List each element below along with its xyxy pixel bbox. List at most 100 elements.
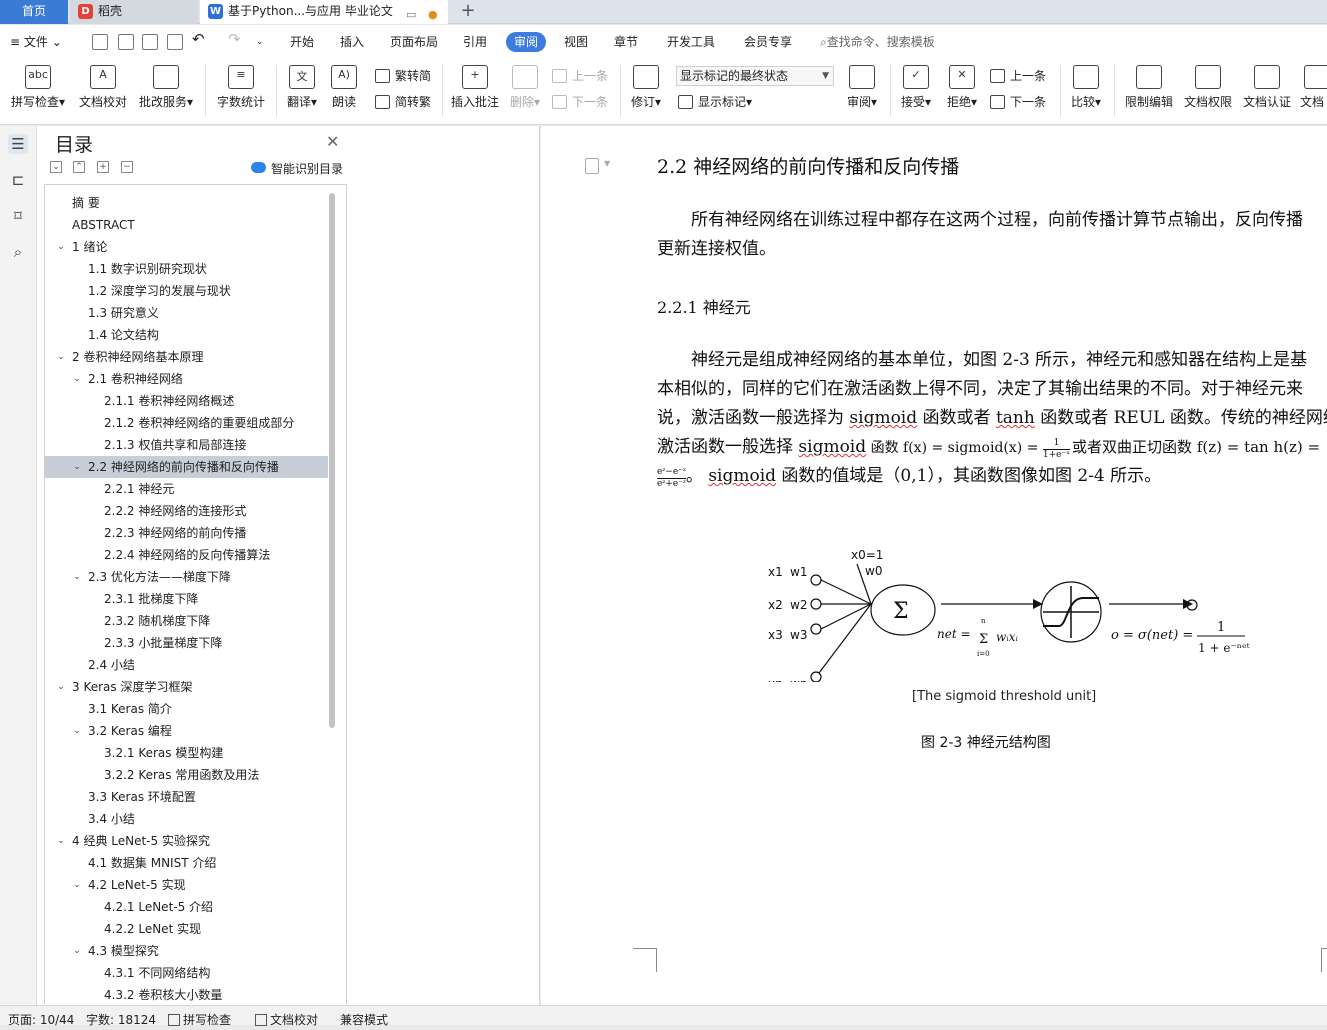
chevron-down-icon[interactable]: ⌄	[55, 236, 67, 258]
file-menu[interactable]: ≡ 文件 ⌄	[10, 32, 62, 52]
smart-toc-button[interactable]: 智能识别目录	[251, 160, 343, 177]
delete-comment-button[interactable]: 删除▾	[507, 65, 543, 121]
page-counter[interactable]: 页面: 10/44	[8, 1010, 74, 1030]
spelling-flag[interactable]: sigmoid	[798, 437, 866, 457]
toc-item[interactable]: ⌄ 3.2 Keras 编程	[45, 720, 328, 742]
save-icon[interactable]	[92, 34, 108, 50]
toc-item[interactable]: ⌄ 2.1 卷积神经网络	[45, 368, 328, 390]
toc-item[interactable]: 1.4 论文结构	[45, 324, 328, 346]
to-traditional-button[interactable]: 繁转简	[375, 66, 431, 86]
prev-change-button[interactable]: 上一条	[990, 66, 1046, 86]
toc-item[interactable]: 3.1 Keras 简介	[45, 698, 328, 720]
tab-home[interactable]: 首页	[0, 0, 68, 24]
toc-item[interactable]: ABSTRACT	[45, 214, 328, 236]
compare-button[interactable]: 比较▾	[1068, 65, 1104, 121]
toc-item[interactable]: 2.2.3 神经网络的前向传播	[45, 522, 328, 544]
toc-item[interactable]: ⌄ 4 经典 LeNet-5 实验探究	[45, 830, 328, 852]
menu-insert[interactable]: 插入	[340, 32, 364, 52]
chevron-down-icon[interactable]: ⌄	[55, 346, 67, 368]
toc-item[interactable]: 3.2.2 Keras 常用函数及用法	[45, 764, 328, 786]
search-icon[interactable]: ⌕	[8, 242, 28, 262]
spelling-flag[interactable]: sigmoid	[849, 408, 917, 428]
status-spell-check[interactable]: 拼写检查	[168, 1010, 231, 1030]
toc-item[interactable]: 2.3.2 随机梯度下降	[45, 610, 328, 632]
prev-comment-button[interactable]: 上一条	[552, 66, 608, 86]
remove-heading-icon[interactable]: −	[121, 161, 133, 173]
restrict-edit-button[interactable]: 限制编辑	[1124, 65, 1174, 121]
menu-developer[interactable]: 开发工具	[667, 32, 715, 52]
chapter-icon[interactable]: ⊏	[8, 170, 28, 190]
toc-item[interactable]: 2.4 小结	[45, 654, 328, 676]
paragraph-handle-icon[interactable]	[585, 158, 599, 174]
redo-icon[interactable]: ↷	[228, 29, 241, 49]
toc-item[interactable]: 3.2.1 Keras 模型构建	[45, 742, 328, 764]
expand-up-icon[interactable]: ⌃	[73, 161, 85, 173]
next-comment-button[interactable]: 下一条	[552, 92, 608, 112]
export-pdf-icon[interactable]	[118, 34, 134, 50]
toc-item[interactable]: 4.3.1 不同网络结构	[45, 962, 328, 984]
toc-item[interactable]: 2.3.3 小批量梯度下降	[45, 632, 328, 654]
print-icon[interactable]	[142, 34, 158, 50]
spelling-flag[interactable]: tanh	[996, 408, 1035, 428]
print-preview-icon[interactable]	[167, 34, 183, 50]
toc-item[interactable]: 2.1.2 卷积神经网络的重要组成部分	[45, 412, 328, 434]
word-count-button[interactable]: ≡ 字数统计	[214, 65, 268, 121]
batch-service-button[interactable]: 批改服务▾	[137, 65, 195, 121]
toc-item[interactable]: 2.1.1 卷积神经网络概述	[45, 390, 328, 412]
toc-item[interactable]: ⌄ 4.2 LeNet-5 实现	[45, 874, 328, 896]
tab-document[interactable]: W 基于Python...与应用 毕业论文 ▭ ●	[200, 0, 448, 24]
toc-item[interactable]: 4.1 数据集 MNIST 介绍	[45, 852, 328, 874]
insert-comment-button[interactable]: + 插入批注	[449, 65, 501, 121]
toc-item[interactable]: 4.2.1 LeNet-5 介绍	[45, 896, 328, 918]
chevron-down-icon[interactable]: ⌄	[71, 566, 83, 588]
close-icon[interactable]: ✕	[326, 132, 339, 151]
document-page[interactable]: ▼ 2.2 神经网络的前向传播和反向传播 所有神经网络在训练过程中都存在这两个过…	[541, 126, 1327, 1005]
chevron-down-icon[interactable]: ▼	[604, 159, 610, 168]
toc-item[interactable]: ⌄ 2.2 神经网络的前向传播和反向传播	[45, 456, 328, 478]
doc-proof-button[interactable]: A 文档校对	[76, 65, 130, 121]
toc-item[interactable]: ⌄ 1 绪论	[45, 236, 328, 258]
add-heading-icon[interactable]: +	[97, 161, 109, 173]
doc-certify-button[interactable]: 文档认证	[1242, 65, 1292, 121]
toc-item[interactable]: 2.3.1 批梯度下降	[45, 588, 328, 610]
menu-page-layout[interactable]: 页面布局	[390, 32, 438, 52]
word-counter[interactable]: 字数: 18124	[86, 1010, 156, 1030]
toc-icon[interactable]: ☰	[8, 134, 28, 154]
toc-item[interactable]: 2.1.3 权值共享和局部连接	[45, 434, 328, 456]
toc-item[interactable]: ⌄ 3 Keras 深度学习框架	[45, 676, 328, 698]
chevron-down-icon[interactable]: ⌄	[71, 940, 83, 962]
reject-button[interactable]: ✕ 拒绝▾	[944, 65, 980, 121]
toc-item[interactable]: 1.2 深度学习的发展与现状	[45, 280, 328, 302]
toc-item[interactable]: ⌄ 2.3 优化方法——梯度下降	[45, 566, 328, 588]
toc-item[interactable]: ⌄ 4.3 模型探究	[45, 940, 328, 962]
chevron-down-icon[interactable]: ⌄	[55, 676, 67, 698]
next-change-button[interactable]: 下一条	[990, 92, 1046, 112]
collapse-all-icon[interactable]: ⌄	[50, 161, 62, 173]
translate-button[interactable]: 文翻译▾	[284, 65, 320, 121]
doc-permission-button[interactable]: 文档权限	[1183, 65, 1233, 121]
undo-icon[interactable]: ↶	[192, 29, 205, 49]
chevron-down-icon[interactable]: ⌄	[55, 830, 67, 852]
menu-reference[interactable]: 引用	[463, 32, 487, 52]
toc-item[interactable]: 3.4 小结	[45, 808, 328, 830]
chevron-down-icon[interactable]: ⌄	[71, 874, 83, 896]
toc-scrollbar[interactable]	[329, 193, 335, 728]
toc-item[interactable]: 2.2.2 神经网络的连接形式	[45, 500, 328, 522]
bookmark-icon[interactable]: ⌑	[8, 206, 28, 226]
markup-state-select[interactable]: 显示标记的最终状态 ▼	[676, 66, 834, 86]
toc-item[interactable]: 4.3.2 卷积核大小数量	[45, 984, 328, 1004]
command-search[interactable]: ⌕查找命令、搜索模板	[820, 32, 935, 52]
new-tab-button[interactable]: +	[456, 0, 480, 24]
review-pane-button[interactable]: 审阅▾	[845, 65, 879, 121]
toc-item[interactable]: 1.1 数字识别研究现状	[45, 258, 328, 280]
chevron-down-icon[interactable]: ⌄	[71, 456, 83, 478]
menu-start[interactable]: 开始	[290, 32, 314, 52]
spelling-flag[interactable]: sigmoid	[708, 466, 776, 486]
tab-docer-store[interactable]: D 稻壳	[70, 0, 198, 24]
to-simplified-button[interactable]: 简转繁	[375, 92, 431, 112]
accept-button[interactable]: ✓ 接受▾	[898, 65, 934, 121]
doc-more-button[interactable]: 文档	[1300, 65, 1327, 121]
screen-icon[interactable]: ▭	[406, 4, 416, 24]
menu-member[interactable]: 会员专享	[744, 32, 792, 52]
menu-chapter[interactable]: 章节	[614, 32, 638, 52]
